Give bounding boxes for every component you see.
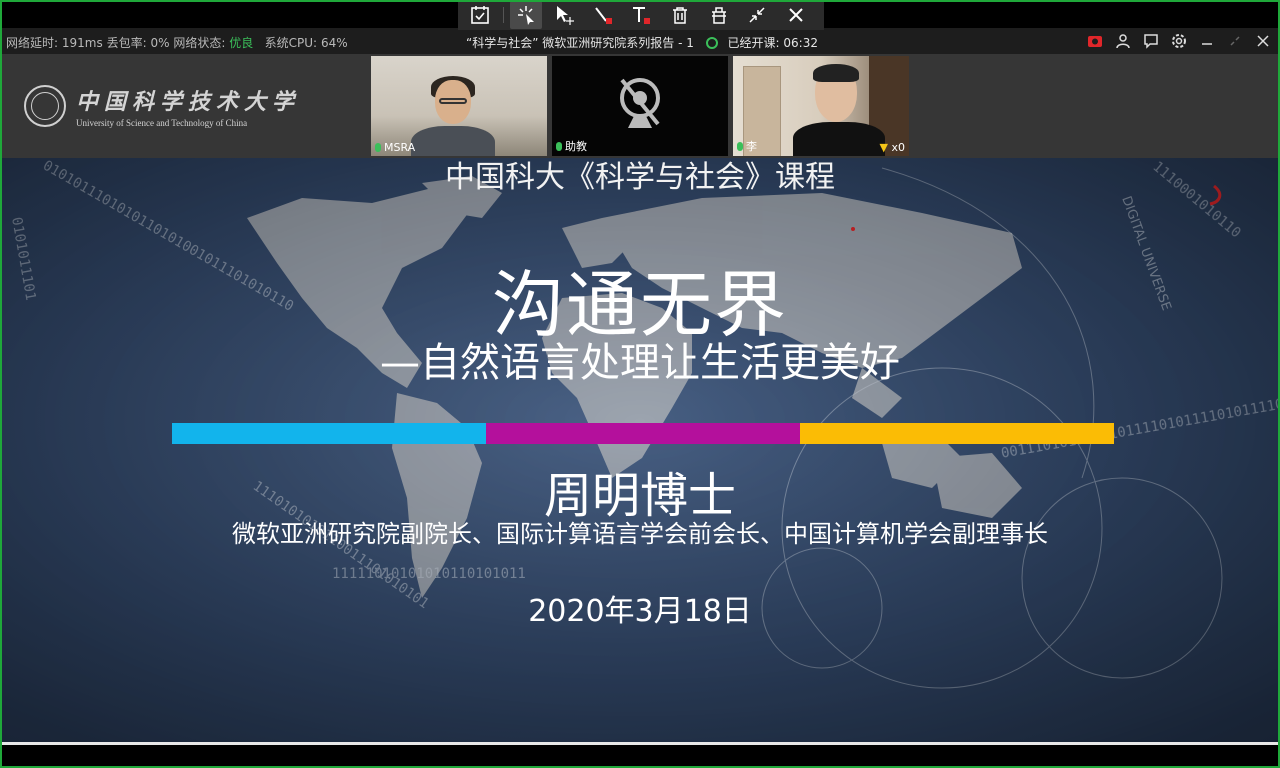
trophy-icon: ▼	[879, 141, 888, 154]
video-tile-msra[interactable]: MSRA	[371, 56, 547, 156]
university-logo: 中国科学技术大学 University of Science and Techn…	[24, 84, 300, 128]
clock-icon	[705, 37, 718, 49]
pen-icon[interactable]	[587, 1, 620, 29]
tile-name: MSRA	[384, 141, 416, 154]
network-stats: 网络延时: 191ms 丢包率: 0% 网络状态: 优良 系统CPU: 64%	[6, 34, 348, 51]
mic-icon	[375, 143, 381, 152]
loss-value: 0%	[150, 36, 170, 50]
color-bar-yellow	[800, 423, 1114, 444]
slide-subtitle: —自然语言处理让生活更美好	[380, 340, 900, 386]
user-icon[interactable]	[1114, 32, 1132, 50]
mic-icon	[737, 141, 743, 151]
network-status-value: 优良	[229, 36, 254, 50]
window-controls	[1086, 32, 1272, 50]
minimize-icon[interactable]	[1198, 32, 1216, 50]
chat-icon[interactable]	[1142, 32, 1160, 50]
collapse-icon[interactable]	[741, 1, 774, 29]
annotation-toolbar	[458, 0, 824, 30]
video-header: 中国科学技术大学 University of Science and Techn…	[0, 54, 1280, 158]
gear-icon[interactable]	[1170, 32, 1188, 50]
laser-pointer-icon[interactable]	[509, 1, 543, 29]
talk-date: 2020年3月18日	[528, 594, 752, 629]
tile-name: 李	[746, 140, 757, 153]
logo-chinese-name: 中国科学技术大学	[76, 89, 301, 115]
network-label: 网络状态:	[173, 36, 226, 50]
participant-video	[411, 76, 495, 156]
trophy-value: x0	[891, 141, 905, 154]
color-bar	[172, 423, 1114, 444]
status-bar: 网络延时: 191ms 丢包率: 0% 网络状态: 优良 系统CPU: 64% …	[0, 28, 1280, 54]
latency-label: 网络延时:	[6, 36, 59, 50]
bottom-bar	[0, 742, 1280, 768]
window-title: “科学与社会” 微软亚洲研究院系列报告 - 1	[466, 36, 694, 50]
color-bar-magenta	[486, 423, 800, 444]
checklist-icon[interactable]	[464, 1, 497, 29]
speaker-position: 微软亚洲研究院副院长、国际计算语言学会前会长、中国计算机学会副理事长	[232, 520, 1048, 548]
session-info: “科学与社会” 微软亚洲研究院系列报告 - 1 已经开课: 06:32	[466, 34, 818, 51]
participant-video	[793, 64, 885, 156]
delete-icon[interactable]	[664, 1, 697, 29]
bottom-divider	[2, 742, 1278, 745]
video-tile-assistant[interactable]: 助教	[552, 56, 728, 156]
restore-icon[interactable]	[1226, 32, 1244, 50]
color-bar-cyan	[172, 423, 486, 444]
close-icon[interactable]	[1254, 32, 1272, 50]
trophy-count: ▼ x0	[880, 141, 905, 154]
clear-all-icon[interactable]	[702, 1, 735, 29]
logo-english-name: University of Science and Technology of …	[76, 118, 248, 128]
elapsed-label: 已经开课:	[727, 36, 780, 50]
cpu-label: 系统CPU:	[264, 36, 318, 50]
mic-icon	[556, 141, 562, 151]
loss-label: 丢包率:	[106, 36, 147, 50]
cpu-value: 64%	[320, 36, 348, 50]
latency-value: 191ms	[61, 36, 103, 50]
presentation-slide: 0101011101010110101001011101010110 11101…	[2, 158, 1278, 742]
text-tool-icon[interactable]	[625, 1, 658, 29]
university-seal-icon	[24, 85, 66, 127]
course-title: 中国科大《科学与社会》课程	[445, 160, 835, 195]
toolbar-divider	[502, 7, 504, 23]
elapsed-value: 06:32	[783, 36, 818, 50]
move-cursor-icon[interactable]	[548, 1, 581, 29]
video-tile-li[interactable]: 李 ▼ x0	[733, 56, 909, 156]
camera-off-icon	[620, 78, 660, 128]
record-icon[interactable]	[1086, 32, 1104, 50]
close-toolbar-icon[interactable]	[779, 1, 812, 29]
tile-name: 助教	[565, 140, 587, 153]
